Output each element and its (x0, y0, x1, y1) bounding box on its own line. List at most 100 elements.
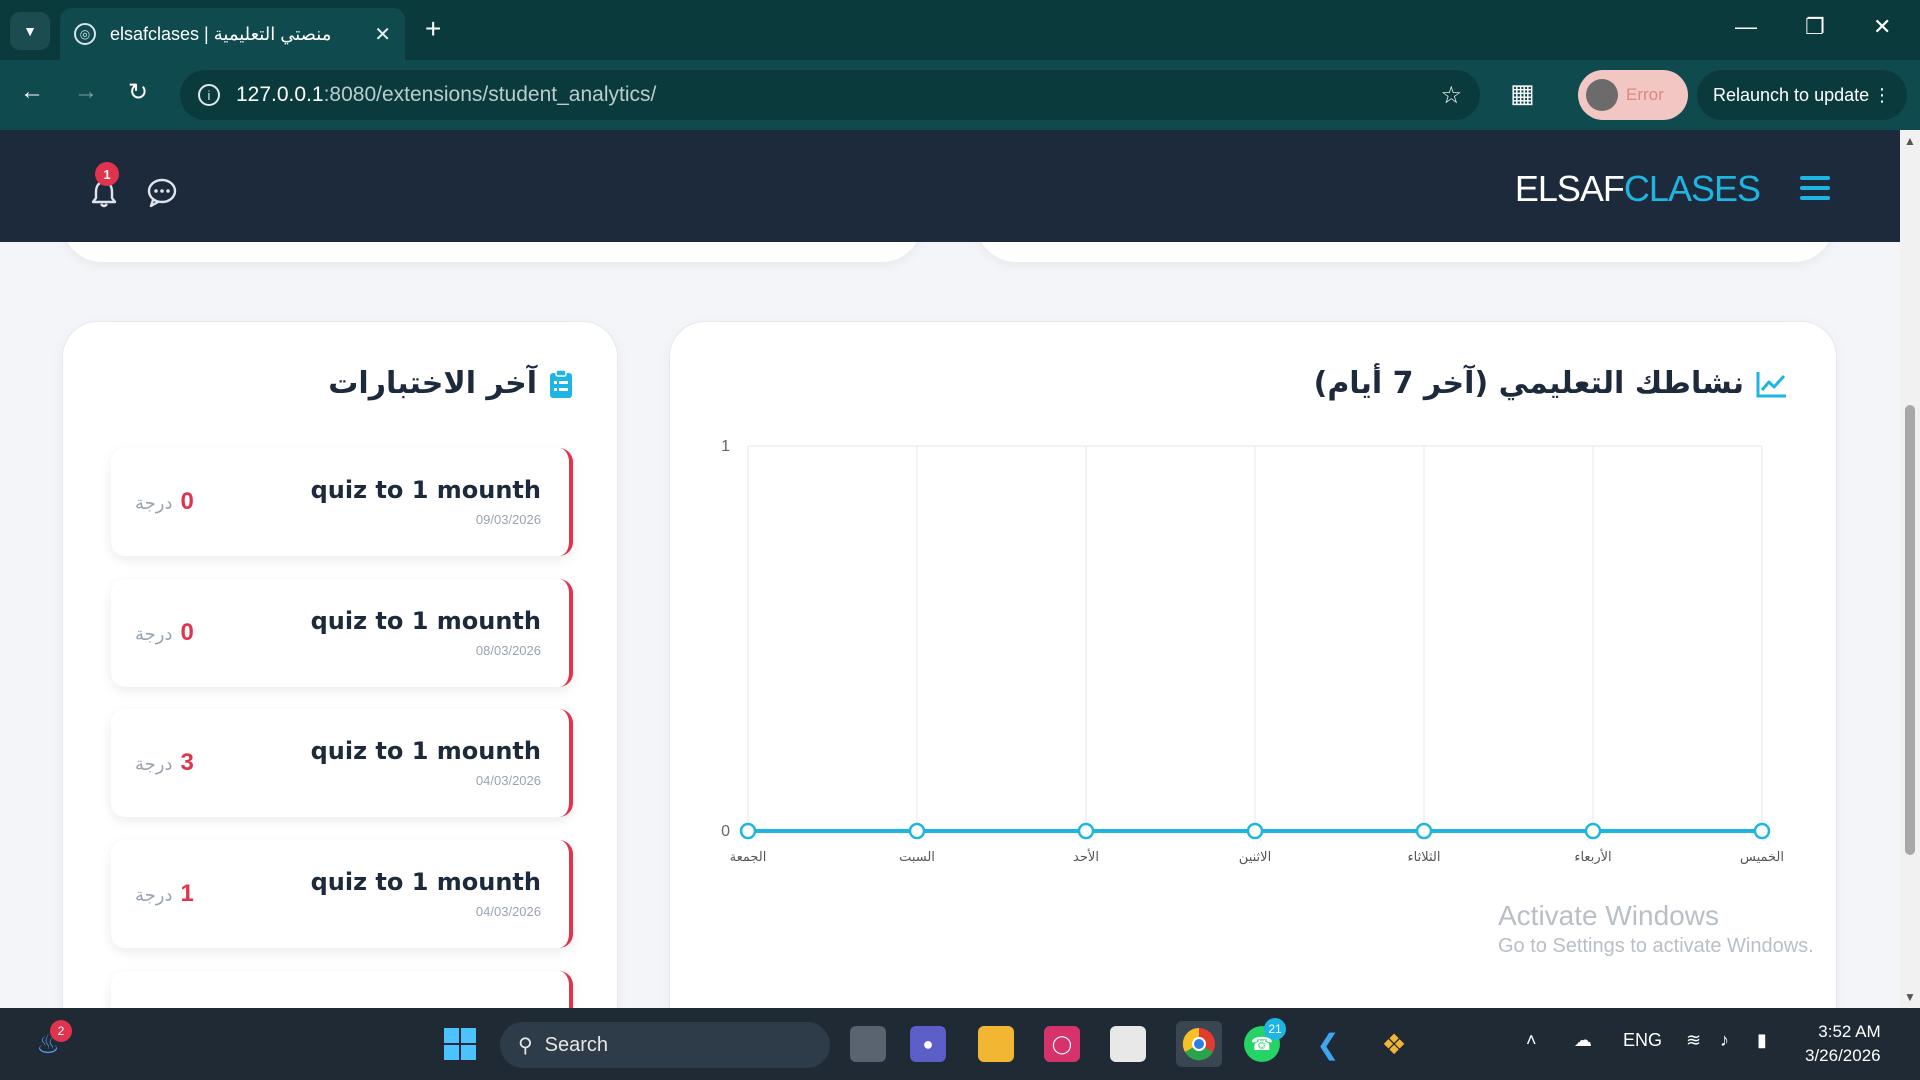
file-explorer-icon[interactable] (978, 1026, 1014, 1062)
brand-accent: CLASES (1623, 168, 1761, 209)
page-scrollbar[interactable]: ▲ ▼ (1900, 130, 1920, 1008)
hamburger-menu-icon[interactable] (1800, 176, 1830, 200)
extensions-puzzle-icon[interactable]: ▦ (1510, 78, 1535, 109)
search-label: Search (544, 1033, 609, 1056)
quiz-name: quiz to 1 mounth (310, 737, 541, 765)
x-tick-label: الاثنين (1239, 850, 1271, 865)
score-unit: درجة (135, 624, 173, 645)
score-value: 3 (180, 749, 194, 776)
bookmark-star-icon[interactable]: ☆ (1440, 81, 1462, 110)
taskbar-clock[interactable]: 3:52 AM 3/26/2026 (1805, 1020, 1881, 1068)
recent-quizzes-title: آخر الاختبارات (328, 366, 573, 401)
y-tick-label: 0 (721, 823, 730, 840)
activate-windows-title: Activate Windows (1498, 900, 1719, 931)
reload-button[interactable]: ↻ (128, 78, 148, 107)
app-header: ELSAFCLASES 1 (0, 130, 1900, 242)
new-tab-button[interactable]: + (425, 14, 441, 44)
vscode-icon[interactable]: ❮ (1310, 1026, 1346, 1062)
notification-badge: 1 (95, 162, 119, 186)
y-tick-label: 1 (721, 438, 730, 455)
quiz-date: 09/03/2026 (475, 512, 541, 527)
minimize-window-button[interactable]: — (1735, 14, 1757, 40)
quiz-name: quiz to 1 mounth (310, 476, 541, 504)
microsoft-store-icon[interactable] (1110, 1026, 1146, 1062)
language-indicator[interactable]: ENG (1623, 1030, 1662, 1051)
quiz-date: 08/03/2026 (475, 643, 541, 658)
quiz-date: 04/03/2026 (475, 904, 541, 919)
data-point (1246, 822, 1264, 840)
instagram-icon[interactable]: ◯ (1044, 1026, 1080, 1062)
data-point (1077, 822, 1095, 840)
clock-date: 3/26/2026 (1805, 1046, 1881, 1065)
quiz-name: quiz to 1 mounth (310, 868, 541, 896)
site-info-icon[interactable]: i (198, 84, 220, 106)
forward-button[interactable]: → (74, 78, 98, 106)
data-point (1415, 822, 1433, 840)
quiz-score: درجة 3 (135, 749, 194, 777)
score-value: 1 (180, 880, 194, 907)
clock-time: 3:52 AM (1818, 1022, 1881, 1041)
volume-icon[interactable]: ♪ (1720, 1030, 1729, 1051)
quiz-list-item[interactable]: quiz to 1 mounth 08/03/2026 درجة 0 (111, 579, 573, 687)
git-kraken-icon[interactable]: ❖ (1376, 1026, 1412, 1062)
relaunch-label: Relaunch to update (1713, 84, 1870, 105)
x-tick-label: الخميس (1740, 850, 1784, 865)
data-point (1584, 822, 1602, 840)
x-tick-label: الجمعة (730, 850, 767, 865)
data-point (739, 822, 757, 840)
activate-windows-subtitle: Go to Settings to activate Windows. (1498, 935, 1814, 957)
page-viewport: ELSAFCLASES 1 آخر الاختبارات quiz to 1 m… (0, 130, 1900, 1008)
teams-icon[interactable]: ● (910, 1026, 946, 1062)
chat-icon[interactable] (146, 176, 178, 208)
taskbar-search-box[interactable]: ⚲ Search (500, 1022, 830, 1068)
quiz-list-item[interactable]: quiz to 1 mounth 04/03/2026 درجة 3 (111, 709, 573, 817)
x-tick-label: الأحد (1073, 848, 1099, 865)
quiz-score: درجة 0 (135, 619, 194, 647)
windows-start-icon[interactable] (442, 1026, 478, 1062)
close-window-button[interactable]: ✕ (1873, 14, 1891, 40)
x-tick-label: الأربعاء (1574, 848, 1611, 865)
recent-quizzes-title-text: آخر الاختبارات (328, 366, 537, 401)
url-host: 127.0.0.1 (236, 83, 324, 106)
quiz-list-item-partial[interactable] (111, 971, 573, 1008)
browser-toolbar: ← → ↻ i 127.0.0.1 :8080/extensions/stude… (0, 60, 1920, 130)
url-path: :8080/extensions/student_analytics/ (323, 83, 657, 106)
browser-tab-strip: ▼ ◎ elsafclases | منصتي التعليمية ✕ + — … (0, 0, 1920, 60)
scroll-down-icon[interactable]: ▼ (1904, 990, 1916, 1004)
whatsapp-badge: 21 (1264, 1018, 1286, 1040)
back-button[interactable]: ← (20, 78, 44, 106)
chevron-up-icon[interactable]: ˄ (1526, 1030, 1537, 1051)
quiz-score: درجة 0 (135, 488, 194, 516)
more-vert-icon[interactable]: ⋮ (1873, 85, 1891, 106)
tab-search-button[interactable]: ▼ (10, 12, 50, 50)
scrollbar-thumb[interactable] (1905, 405, 1915, 855)
tab-title: elsafclases | منصتي التعليمية (110, 23, 332, 44)
browser-tab-active[interactable]: ◎ elsafclases | منصتي التعليمية ✕ (60, 8, 405, 60)
battery-icon[interactable]: ▮ (1757, 1030, 1767, 1051)
quiz-score: درجة 1 (135, 880, 194, 908)
profile-status: Error (1626, 85, 1664, 104)
address-bar[interactable]: i 127.0.0.1 :8080/extensions/student_ana… (180, 70, 1480, 120)
scroll-up-icon[interactable]: ▲ (1904, 134, 1916, 148)
restore-window-button[interactable]: ❐ (1805, 14, 1825, 40)
search-icon: ⚲ (518, 1034, 533, 1057)
recent-quizzes-card: آخر الاختبارات quiz to 1 mounth 09/03/20… (62, 321, 618, 1008)
brand-main: ELSAF (1514, 168, 1625, 209)
data-point (908, 822, 926, 840)
windows-taskbar: ♨ 2 ⚲ Search ● ◯ ☎ 21 ❮ ❖ ˄ ☁ ENG ≋ ♪ ▮ … (0, 1008, 1920, 1080)
relaunch-update-button[interactable]: Relaunch to update ⋮ (1697, 70, 1907, 120)
onedrive-cloud-icon[interactable]: ☁ (1574, 1030, 1592, 1051)
quiz-list-item[interactable]: quiz to 1 mounth 09/03/2026 درجة 0 (111, 448, 573, 556)
quiz-list-item[interactable]: quiz to 1 mounth 04/03/2026 درجة 1 (111, 840, 573, 948)
brand-logo[interactable]: ELSAFCLASES (1514, 168, 1761, 210)
profile-button[interactable]: Error (1578, 70, 1688, 120)
quiz-name: quiz to 1 mounth (310, 607, 541, 635)
task-view-icon[interactable] (850, 1026, 886, 1062)
close-tab-icon[interactable]: ✕ (374, 22, 391, 47)
chrome-icon[interactable] (1176, 1021, 1222, 1067)
wifi-icon[interactable]: ≋ (1686, 1030, 1701, 1051)
weather-badge: 2 (50, 1020, 72, 1042)
data-point (1753, 822, 1771, 840)
globe-icon: ◎ (74, 23, 96, 45)
x-tick-label: السبت (899, 850, 935, 865)
